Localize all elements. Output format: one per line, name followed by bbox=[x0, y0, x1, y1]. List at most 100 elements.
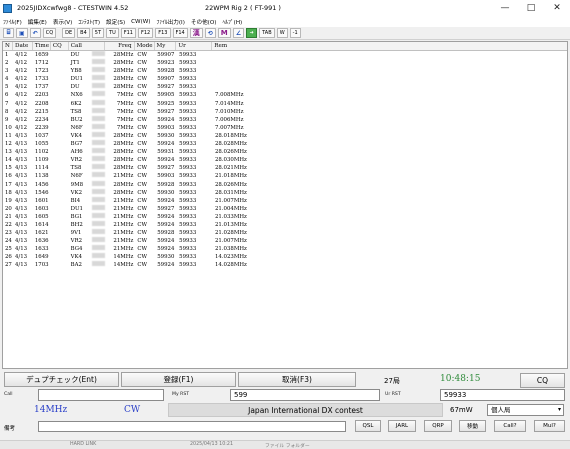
table-cell: 4/13 bbox=[14, 254, 28, 261]
menu-settings[interactable]: 設定(S) bbox=[106, 18, 125, 26]
table-row[interactable]: 9 4/12 2234 BU2 7MHz CW 59924 59933 7.006MHz bbox=[3, 115, 567, 124]
ur-rst-input[interactable]: 59933 bbox=[440, 389, 565, 401]
column-header[interactable]: Call bbox=[69, 42, 105, 50]
column-header[interactable]: Freq bbox=[105, 42, 135, 50]
menu-help[interactable]: ﾍﾙﾌﾟ(H) bbox=[222, 18, 242, 26]
kanji-icon[interactable]: 漢 bbox=[189, 28, 203, 38]
table-row[interactable]: 16 4/13 1138 N6F 21MHz CW 59903 59933 21.018MHz bbox=[3, 172, 567, 180]
table-row[interactable]: 1 4/12 1659 DU 28MHz CW 59907 59933 bbox=[3, 51, 567, 59]
qrp-button[interactable]: QRP bbox=[424, 420, 452, 432]
table-row[interactable]: 11 4/13 1037 VK4 28MHz CW 59930 59933 28.018MHz bbox=[3, 131, 567, 140]
table-cell: CW bbox=[137, 132, 148, 139]
column-header[interactable]: Mode bbox=[135, 42, 155, 50]
table-row[interactable]: 19 4/13 1601 BI4 21MHz CW 59924 59933 21.007MHz bbox=[3, 196, 567, 205]
rotate-icon[interactable]: ⟲ bbox=[204, 28, 216, 38]
table-row[interactable]: 14 4/13 1109 VR2 28MHz CW 59924 59933 28.030MHz bbox=[3, 156, 567, 164]
table-row[interactable]: 24 4/13 1636 VR2 21MHz CW 59924 59933 21.007MHz bbox=[3, 237, 567, 245]
f13-key-button[interactable]: F13 bbox=[155, 28, 171, 38]
menu-export[interactable]: ﾌｧｲﾙ出力(I) bbox=[157, 18, 185, 26]
qsl-button[interactable]: QSL bbox=[355, 420, 381, 432]
cq-button[interactable]: CQ bbox=[520, 373, 565, 388]
band-display[interactable]: 14MHz bbox=[34, 405, 67, 415]
minus-one-button[interactable]: -1 bbox=[289, 28, 301, 38]
portable-button[interactable]: 移動 bbox=[459, 420, 486, 432]
w-key-button[interactable]: W bbox=[276, 28, 288, 38]
register-button[interactable]: 登録(F1) bbox=[121, 372, 236, 387]
table-row[interactable]: 4 4/12 1733 DU1 28MHz CW 59907 59933 bbox=[3, 75, 567, 83]
f12-key-button[interactable]: F12 bbox=[138, 28, 154, 38]
menu-contest[interactable]: ｺﾝﾃｽﾄ(T) bbox=[78, 18, 100, 26]
undo-icon[interactable]: ↶ bbox=[29, 28, 41, 38]
angle-icon[interactable]: ∠ bbox=[232, 28, 245, 38]
menu-edit[interactable]: 編集(E) bbox=[28, 18, 47, 26]
table-row[interactable]: 15 4/13 1114 TS8 28MHz CW 59927 59933 28.021MHz bbox=[3, 164, 567, 172]
menu-view[interactable]: 表示(V) bbox=[53, 18, 72, 26]
mul-query-button[interactable]: Mul? bbox=[534, 420, 565, 432]
table-row[interactable]: 5 4/12 1737 DU 28MHz CW 59927 59933 bbox=[3, 83, 567, 91]
tu-key-button[interactable]: TU bbox=[106, 28, 119, 38]
table-cell: 7.006MHz bbox=[214, 116, 244, 123]
menu-cw[interactable]: CW(W) bbox=[131, 19, 150, 25]
table-row[interactable]: 13 4/13 1102 AH6 28MHz CW 59931 59933 28.026MHz bbox=[3, 148, 567, 156]
column-header[interactable]: N bbox=[3, 42, 13, 50]
table-cell: 59933 bbox=[179, 92, 197, 99]
table-cell: 4/13 bbox=[14, 197, 28, 204]
table-cell: 59924 bbox=[157, 116, 175, 123]
arrow-right-icon[interactable]: ➜ bbox=[246, 28, 258, 38]
menu-other[interactable]: その他(O) bbox=[191, 18, 217, 26]
maximize-button[interactable]: □ bbox=[518, 0, 544, 16]
table-row[interactable]: 21 4/13 1605 BG1 21MHz CW 59924 59933 21.033MHz bbox=[3, 212, 567, 221]
menu-file[interactable]: ﾌｧｲﾙ(F) bbox=[3, 18, 22, 26]
table-row[interactable]: 3 4/12 1723 YB8 28MHz CW 59928 59933 bbox=[3, 67, 567, 75]
call-query-button[interactable]: Call? bbox=[494, 420, 526, 432]
table-row[interactable]: 23 4/13 1621 9V1 21MHz CW 59928 59933 21.028MHz bbox=[3, 229, 567, 237]
mode-display[interactable]: CW bbox=[124, 405, 140, 415]
table-cell: 59928 bbox=[157, 230, 175, 237]
tab-key-button[interactable]: TAB bbox=[259, 28, 275, 38]
table-row[interactable]: 12 4/13 1055 BG7 28MHz CW 59924 59933 28.028MHz bbox=[3, 140, 567, 148]
close-button[interactable]: ✕ bbox=[544, 0, 570, 16]
table-row[interactable]: 26 4/13 1649 VK4 14MHz CW 59930 59933 14.023MHz bbox=[3, 253, 567, 261]
call-input[interactable] bbox=[38, 389, 164, 401]
column-header[interactable]: CQ bbox=[51, 42, 69, 50]
column-header[interactable]: My bbox=[155, 42, 177, 50]
minimize-button[interactable]: — bbox=[492, 0, 518, 16]
b4-key-button[interactable]: B4 bbox=[77, 28, 90, 38]
5t-key-button[interactable]: 5T bbox=[91, 28, 105, 38]
save-icon[interactable]: ▣ bbox=[16, 28, 28, 38]
column-header[interactable]: Ur bbox=[176, 42, 213, 50]
table-row[interactable]: 6 4/12 2203 NX6 7MHz CW 59905 59933 7.008MHz bbox=[3, 91, 567, 99]
category-select[interactable]: 個人局 ▾ bbox=[487, 404, 564, 416]
table-cell: 4/13 bbox=[14, 246, 28, 253]
log-table[interactable]: N Date Time CQ Call Freq Mode My Ur Rem … bbox=[2, 41, 568, 369]
column-header[interactable]: Date bbox=[13, 42, 33, 50]
cancel-button[interactable]: 取消(F3) bbox=[238, 372, 356, 387]
table-row[interactable]: 18 4/13 1546 VK2 28MHz CW 59930 59933 28.031MHz bbox=[3, 188, 567, 197]
open-icon[interactable]: ⌸ bbox=[3, 28, 14, 38]
table-cell: 10 bbox=[5, 124, 12, 131]
cq-key-button[interactable]: CQ bbox=[42, 28, 57, 38]
f11-key-button[interactable]: F11 bbox=[120, 28, 136, 38]
table-row[interactable]: 10 4/12 2239 N6F 7MHz CW 59903 59933 7.007MHz bbox=[3, 123, 567, 132]
table-row[interactable]: 2 4/12 1712 JT1 28MHz CW 59923 59933 bbox=[3, 59, 567, 67]
f14-key-button[interactable]: F14 bbox=[172, 28, 188, 38]
table-row[interactable]: 27 4/13 1703 BA2 14MHz CW 59924 59933 14.028MHz bbox=[3, 261, 567, 269]
column-header[interactable]: Time bbox=[33, 42, 51, 50]
table-row[interactable]: 20 4/13 1603 DU1 21MHz CW 59927 59933 21.004MHz bbox=[3, 204, 567, 213]
column-header[interactable]: Rem bbox=[212, 42, 567, 50]
table-row[interactable]: 25 4/13 1633 BG4 21MHz CW 59924 59933 21.038MHz bbox=[3, 245, 567, 253]
remark-input[interactable] bbox=[38, 421, 346, 432]
table-cell bbox=[51, 181, 69, 189]
my-rst-input[interactable]: 599 bbox=[230, 389, 380, 401]
jarl-button[interactable]: JARL bbox=[388, 420, 416, 432]
memory-icon[interactable]: M bbox=[217, 28, 231, 38]
table-row[interactable]: 7 4/12 2208 6K2 7MHz CW 59925 59933 7.014MHz bbox=[3, 99, 567, 108]
table-cell: 9V1 bbox=[70, 230, 82, 237]
dupe-check-button[interactable]: デュプチェック(Ent) bbox=[4, 372, 119, 387]
table-cell: CW bbox=[137, 213, 148, 220]
de-key-button[interactable]: DE bbox=[62, 28, 76, 38]
table-row[interactable]: 22 4/13 1614 BH2 21MHz CW 59924 59933 21.013MHz bbox=[3, 220, 567, 229]
table-cell: 4/12 bbox=[14, 76, 28, 83]
table-row[interactable]: 17 4/13 1456 9M8 28MHz CW 59928 59933 28.026MHz bbox=[3, 180, 567, 189]
table-row[interactable]: 8 4/12 2215 TS8 7MHz CW 59927 59933 7.010MHz bbox=[3, 107, 567, 116]
